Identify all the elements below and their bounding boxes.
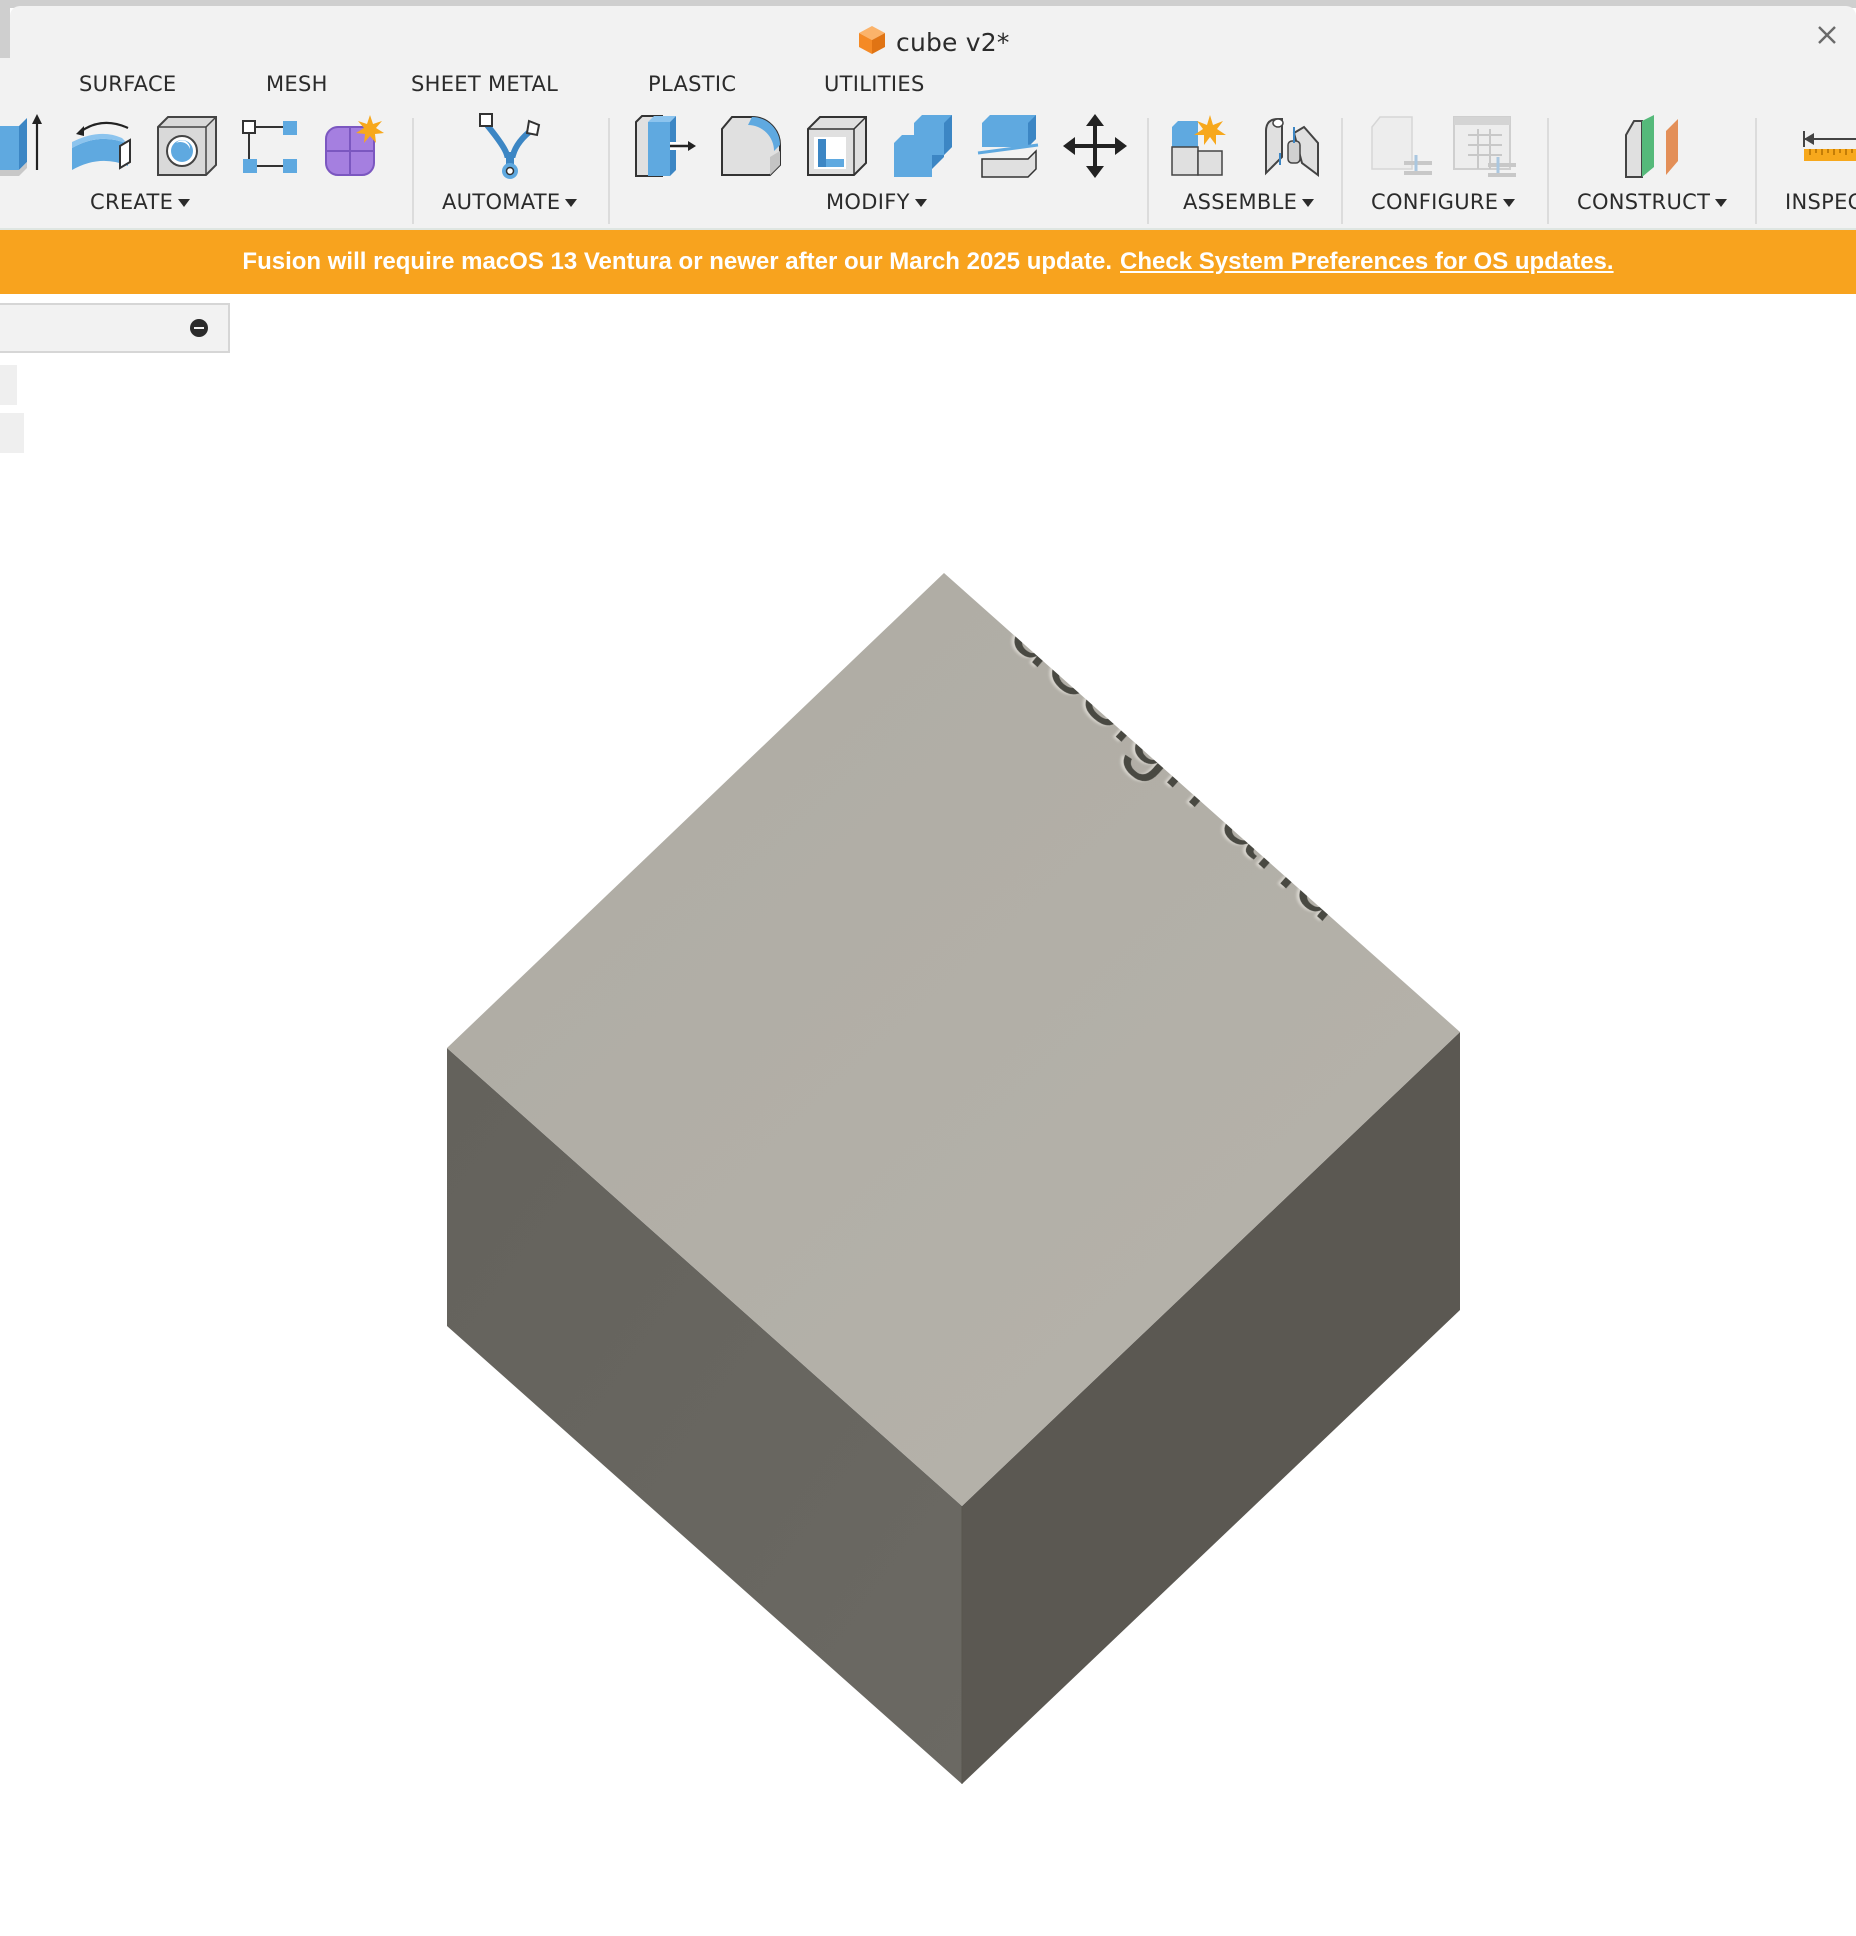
construct-menu-label: CONSTRUCT [1577, 190, 1711, 214]
group-divider [1755, 118, 1757, 224]
move-tool[interactable] [1060, 112, 1130, 184]
construct-menu[interactable]: CONSTRUCT [1577, 190, 1728, 214]
browser-item-text: ) [0, 373, 1, 394]
modify-menu-label: MODIFY [826, 190, 910, 214]
chevron-down-icon [1715, 199, 1728, 207]
chevron-down-icon [1503, 199, 1516, 207]
chevron-down-icon [178, 199, 191, 207]
shell-icon [804, 113, 870, 183]
configuration-table-tool[interactable] [1450, 112, 1520, 184]
revolve-icon [68, 114, 136, 182]
press-pull-icon [632, 112, 698, 184]
create-form-icon [322, 113, 388, 183]
configure-model-icon [1368, 113, 1434, 183]
browser-panel-header [0, 303, 230, 353]
inspect-menu[interactable]: INSPEC [1785, 190, 1856, 214]
configure-model-tool[interactable] [1366, 112, 1436, 184]
os-update-banner: Fusion will require macOS 13 Ventura or … [0, 230, 1856, 294]
modify-menu[interactable]: MODIFY [826, 190, 927, 214]
new-component-tool[interactable] [1166, 112, 1236, 184]
move-icon [1063, 114, 1127, 182]
offset-plane-icon [1622, 113, 1688, 183]
collapse-browser-button[interactable] [190, 319, 208, 337]
orange-cube-icon [858, 25, 886, 59]
split-body-tool[interactable] [974, 112, 1044, 184]
engraved-text-line: subtractively" [1289, 296, 1743, 619]
tab-mesh[interactable]: MESH [266, 72, 328, 96]
measure-tool[interactable] [1800, 112, 1856, 184]
group-divider [412, 118, 414, 224]
group-divider [1547, 118, 1549, 224]
document-title-text: cube v2* [896, 27, 1010, 57]
browser-item[interactable]: ) [0, 365, 17, 405]
rectangular-pattern-icon [239, 115, 301, 181]
tab-surface[interactable]: SURFACE [79, 72, 176, 96]
fillet-tool[interactable] [716, 112, 786, 184]
engraved-text-line: could not be [1161, 343, 1585, 736]
press-pull-tool[interactable] [630, 112, 700, 184]
create-menu[interactable]: CREATE [90, 190, 191, 214]
joint-tool[interactable] [1256, 112, 1326, 184]
close-tab-button[interactable] [1812, 22, 1842, 52]
canvas-viewport[interactable]: "design and 3D print an object that could n… [0, 296, 1856, 1936]
engraved-text-line: made [1225, 296, 1455, 491]
banner-link[interactable]: Check System Preferences for OS updates. [1120, 248, 1614, 276]
hole-tool[interactable] [152, 112, 222, 184]
combine-tool[interactable] [888, 112, 958, 184]
cube-model: "design and3D print anobject thatcould n… [447, 296, 1743, 1784]
extrude-icon [0, 112, 53, 184]
group-divider [608, 118, 610, 224]
offset-plane-tool[interactable] [1620, 112, 1690, 184]
chevron-down-icon [914, 199, 927, 207]
chevron-down-icon [565, 199, 578, 207]
new-component-icon [1168, 113, 1234, 183]
tab-sheet-metal[interactable]: SHEET METAL [411, 72, 558, 96]
title-bar: cube v2* [10, 6, 1856, 64]
measure-icon [1800, 121, 1856, 175]
engraved-text-line: object that [1097, 414, 1466, 758]
assemble-menu-label: ASSEMBLE [1183, 190, 1298, 214]
create-menu-label: CREATE [90, 190, 174, 214]
automate-tool[interactable] [475, 112, 545, 184]
banner-message: Fusion will require macOS 13 Ventura or … [242, 248, 1113, 275]
tab-plastic[interactable]: PLASTIC [648, 72, 736, 96]
combine-icon [890, 113, 956, 183]
automate-menu[interactable]: AUTOMATE [442, 190, 578, 214]
browser-item[interactable] [0, 413, 24, 453]
assemble-menu[interactable]: ASSEMBLE [1183, 190, 1315, 214]
chevron-down-icon [1302, 199, 1315, 207]
window-left-edge [0, 0, 10, 58]
configuration-table-icon [1452, 113, 1518, 183]
configure-menu-label: CONFIGURE [1371, 190, 1499, 214]
close-icon [1816, 24, 1838, 50]
create-form-tool[interactable] [320, 112, 390, 184]
joint-icon [1260, 113, 1322, 183]
automate-menu-label: AUTOMATE [442, 190, 561, 214]
extrude-tool[interactable] [0, 112, 56, 184]
group-divider [1147, 118, 1149, 224]
hole-icon [154, 113, 220, 183]
inspect-menu-label: INSPEC [1785, 190, 1856, 214]
toolbar-ribbon: SURFACE MESH SHEET METAL PLASTIC UTILITI… [0, 58, 1856, 230]
tab-utilities[interactable]: UTILITIES [824, 72, 925, 96]
shell-tool[interactable] [802, 112, 872, 184]
split-body-icon [976, 113, 1042, 183]
revolve-tool[interactable] [67, 112, 137, 184]
fillet-icon [718, 113, 784, 183]
configure-menu[interactable]: CONFIGURE [1371, 190, 1516, 214]
group-divider [1341, 118, 1343, 224]
automate-icon [477, 111, 543, 185]
document-title: cube v2* [858, 26, 1010, 58]
rectangular-pattern-tool[interactable] [235, 112, 305, 184]
